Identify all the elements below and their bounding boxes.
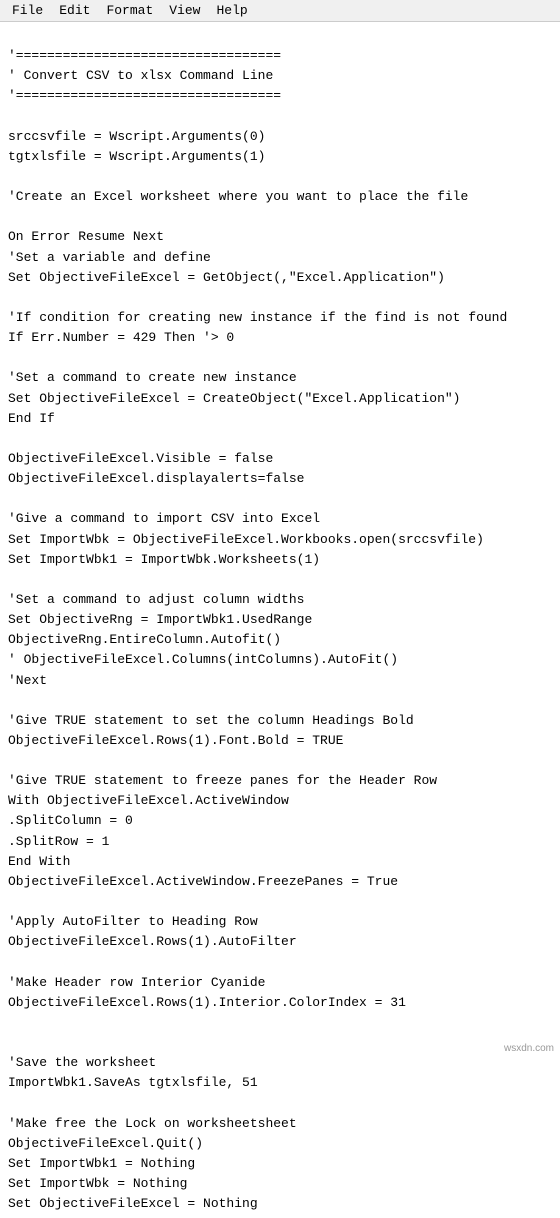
code-line: 'Save the worksheet — [8, 1053, 552, 1073]
code-line — [8, 570, 552, 590]
code-line — [8, 489, 552, 509]
code-line: srccsvfile = Wscript.Arguments(0) — [8, 127, 552, 147]
code-line — [8, 429, 552, 449]
code-line: tgtxlsfile = Wscript.Arguments(1) — [8, 147, 552, 167]
code-line: ObjectiveRng.EntireColumn.Autofit() — [8, 630, 552, 650]
code-line — [8, 751, 552, 771]
code-line: 'Apply AutoFilter to Heading Row — [8, 912, 552, 932]
code-line — [8, 1033, 552, 1053]
code-line: '================================== — [8, 46, 552, 66]
code-line — [8, 107, 552, 127]
code-line: '================================== — [8, 86, 552, 106]
watermark: wsxdn.com — [504, 1043, 554, 1054]
menu-help[interactable]: Help — [208, 1, 255, 20]
menu-bar: File Edit Format View Help — [0, 0, 560, 22]
code-line: 'Set a command to create new instance — [8, 368, 552, 388]
code-line: 'Give TRUE statement to set the column H… — [8, 711, 552, 731]
code-line: Set ObjectiveRng = ImportWbk1.UsedRange — [8, 610, 552, 630]
code-line: ' ObjectiveFileExcel.Columns(intColumns)… — [8, 650, 552, 670]
code-line — [8, 1093, 552, 1113]
code-line — [8, 1013, 552, 1033]
code-line: ObjectiveFileExcel.Visible = false — [8, 449, 552, 469]
code-line: Set ImportWbk = Nothing — [8, 1174, 552, 1194]
code-line — [8, 892, 552, 912]
code-line: Set ObjectiveFileExcel = GetObject(,"Exc… — [8, 268, 552, 288]
code-line: End With — [8, 852, 552, 872]
code-line — [8, 348, 552, 368]
code-line: ObjectiveFileExcel.Rows(1).Font.Bold = T… — [8, 731, 552, 751]
code-line: 'Create an Excel worksheet where you wan… — [8, 187, 552, 207]
code-line: If Err.Number = 429 Then '> 0 — [8, 328, 552, 348]
code-line — [8, 691, 552, 711]
code-line: Set ImportWbk = ObjectiveFileExcel.Workb… — [8, 530, 552, 550]
code-line: ObjectiveFileExcel.Rows(1).Interior.Colo… — [8, 993, 552, 1013]
code-line: Set ObjectiveFileExcel = Nothing — [8, 1194, 552, 1214]
code-line: 'Make free the Lock on worksheetsheet — [8, 1114, 552, 1134]
code-line: 'Set a command to adjust column widths — [8, 590, 552, 610]
code-line: ImportWbk1.SaveAs tgtxlsfile, 51 — [8, 1073, 552, 1093]
menu-format[interactable]: Format — [98, 1, 161, 20]
code-line: End If — [8, 409, 552, 429]
code-line: On Error Resume Next — [8, 227, 552, 247]
code-line: ObjectiveFileExcel.Rows(1).AutoFilter — [8, 932, 552, 952]
code-line: ObjectiveFileExcel.ActiveWindow.FreezePa… — [8, 872, 552, 892]
code-line: With ObjectiveFileExcel.ActiveWindow — [8, 791, 552, 811]
code-line: Set ObjectiveFileExcel = CreateObject("E… — [8, 389, 552, 409]
code-line: 'If condition for creating new instance … — [8, 308, 552, 328]
code-line: 'Give a command to import CSV into Excel — [8, 509, 552, 529]
code-line: .SplitColumn = 0 — [8, 811, 552, 831]
code-line: 'Set a variable and define — [8, 248, 552, 268]
menu-file[interactable]: File — [4, 1, 51, 20]
code-line: Set ImportWbk1 = ImportWbk.Worksheets(1) — [8, 550, 552, 570]
code-line — [8, 167, 552, 187]
code-line: .SplitRow = 1 — [8, 832, 552, 852]
code-line: Set ImportWbk1 = Nothing — [8, 1154, 552, 1174]
code-line — [8, 952, 552, 972]
menu-edit[interactable]: Edit — [51, 1, 98, 20]
menu-view[interactable]: View — [161, 1, 208, 20]
code-line: 'Next — [8, 671, 552, 691]
code-line: 'Make Header row Interior Cyanide — [8, 973, 552, 993]
code-line — [8, 288, 552, 308]
code-line: 'Give TRUE statement to freeze panes for… — [8, 771, 552, 791]
code-editor: '==================================' Con… — [0, 22, 560, 1218]
code-line — [8, 207, 552, 227]
code-line: ' Convert CSV to xlsx Command Line — [8, 66, 552, 86]
code-line: ObjectiveFileExcel.displayalerts=false — [8, 469, 552, 489]
code-line: ObjectiveFileExcel.Quit() — [8, 1134, 552, 1154]
